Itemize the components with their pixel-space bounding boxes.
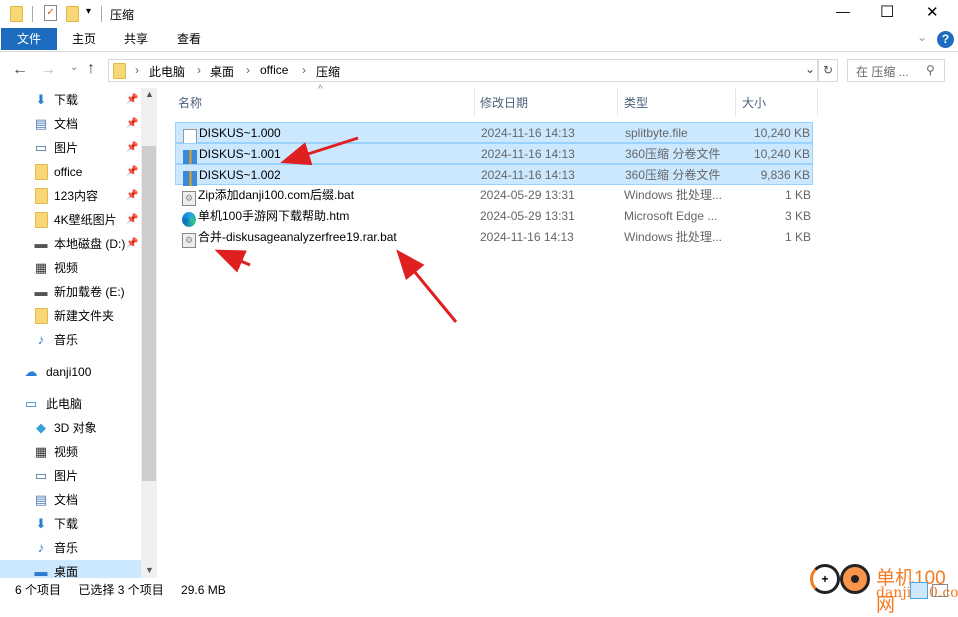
status-bar: 6 个项目 已选择 3 个项目 29.6 MB <box>0 578 958 603</box>
red-arrow <box>280 136 359 166</box>
red-arrow <box>396 249 458 323</box>
annotation-arrows <box>214 136 458 323</box>
item-count: 6 个项目 <box>15 583 62 597</box>
red-arrow <box>214 249 251 273</box>
selected-size: 29.6 MB <box>181 583 226 597</box>
selected-count: 已选择 3 个项目 <box>78 583 164 597</box>
